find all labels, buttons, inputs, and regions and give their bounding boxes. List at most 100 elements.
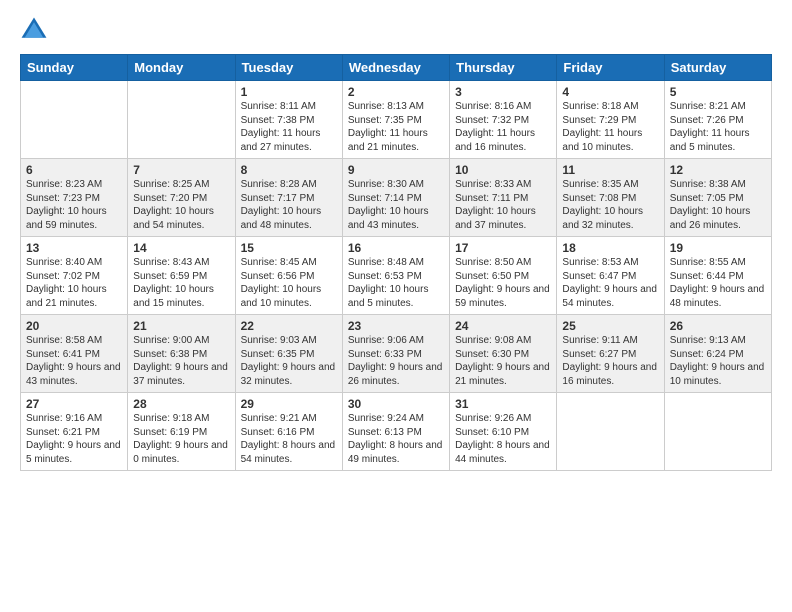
day-info-line: Daylight: 9 hours and 37 minutes. [133, 361, 229, 388]
calendar-cell: 29Sunrise: 9:21 AMSunset: 6:16 PMDayligh… [235, 393, 342, 471]
calendar-week-3: 13Sunrise: 8:40 AMSunset: 7:02 PMDayligh… [21, 237, 772, 315]
day-info-line: Sunset: 7:35 PM [348, 114, 444, 128]
day-info-line: Daylight: 8 hours and 54 minutes. [241, 439, 337, 466]
day-info-line: Daylight: 11 hours and 10 minutes. [562, 127, 658, 154]
day-number: 9 [348, 163, 444, 177]
day-info-line: Sunrise: 8:43 AM [133, 256, 229, 270]
day-number: 15 [241, 241, 337, 255]
day-number: 21 [133, 319, 229, 333]
day-info-line: Sunrise: 8:40 AM [26, 256, 122, 270]
weekday-wednesday: Wednesday [342, 55, 449, 81]
day-info-line: Daylight: 9 hours and 0 minutes. [133, 439, 229, 466]
calendar-cell: 4Sunrise: 8:18 AMSunset: 7:29 PMDaylight… [557, 81, 664, 159]
day-number: 30 [348, 397, 444, 411]
day-info-line: Sunset: 6:16 PM [241, 426, 337, 440]
calendar-cell: 13Sunrise: 8:40 AMSunset: 7:02 PMDayligh… [21, 237, 128, 315]
day-info-line: Sunrise: 8:13 AM [348, 100, 444, 114]
day-info-line: Sunset: 6:59 PM [133, 270, 229, 284]
day-number: 27 [26, 397, 122, 411]
day-info-line: Sunrise: 9:11 AM [562, 334, 658, 348]
day-info-line: Sunset: 6:56 PM [241, 270, 337, 284]
weekday-saturday: Saturday [664, 55, 771, 81]
calendar-week-1: 1Sunrise: 8:11 AMSunset: 7:38 PMDaylight… [21, 81, 772, 159]
calendar-week-5: 27Sunrise: 9:16 AMSunset: 6:21 PM Dayligh… [21, 393, 772, 471]
day-number: 11 [562, 163, 658, 177]
day-info-line: Sunset: 7:05 PM [670, 192, 766, 206]
calendar-cell: 18Sunrise: 8:53 AMSunset: 6:47 PMDayligh… [557, 237, 664, 315]
day-info-line: Daylight: 10 hours and 32 minutes. [562, 205, 658, 232]
day-info-line: Sunrise: 9:24 AM [348, 412, 444, 426]
day-info-line: Sunset: 6:41 PM [26, 348, 122, 362]
day-info-line: Sunset: 7:11 PM [455, 192, 551, 206]
calendar-cell: 22Sunrise: 9:03 AMSunset: 6:35 PMDayligh… [235, 315, 342, 393]
day-number: 8 [241, 163, 337, 177]
calendar-cell [664, 393, 771, 471]
calendar-cell: 10Sunrise: 8:33 AMSunset: 7:11 PMDayligh… [450, 159, 557, 237]
day-info-line: Sunrise: 8:35 AM [562, 178, 658, 192]
day-number: 19 [670, 241, 766, 255]
day-info-line: Sunrise: 9:03 AM [241, 334, 337, 348]
day-number: 28 [133, 397, 229, 411]
day-info-line: Sunset: 6:53 PM [348, 270, 444, 284]
day-info-line: Sunrise: 9:16 AM [26, 412, 122, 426]
day-info-line: Sunset: 6:13 PM [348, 426, 444, 440]
day-info-line: Sunset: 7:38 PM [241, 114, 337, 128]
day-info-line: Sunrise: 9:08 AM [455, 334, 551, 348]
calendar-cell: 30Sunrise: 9:24 AMSunset: 6:13 PMDayligh… [342, 393, 449, 471]
day-info-line: Daylight: 10 hours and 21 minutes. [26, 283, 122, 310]
day-info-line: Sunrise: 8:50 AM [455, 256, 551, 270]
calendar-cell [21, 81, 128, 159]
day-number: 26 [670, 319, 766, 333]
calendar-week-2: 6Sunrise: 8:23 AMSunset: 7:23 PMDaylight… [21, 159, 772, 237]
day-number: 2 [348, 85, 444, 99]
day-number: 24 [455, 319, 551, 333]
day-info-line: Daylight: 8 hours and 49 minutes. [348, 439, 444, 466]
day-info-line: Sunset: 6:10 PM [455, 426, 551, 440]
day-info-line: Sunrise: 8:16 AM [455, 100, 551, 114]
header [20, 16, 772, 44]
day-info-line: Daylight: 11 hours and 21 minutes. [348, 127, 444, 154]
calendar-cell: 15Sunrise: 8:45 AMSunset: 6:56 PMDayligh… [235, 237, 342, 315]
weekday-sunday: Sunday [21, 55, 128, 81]
day-info-line: Sunset: 7:29 PM [562, 114, 658, 128]
calendar-cell: 6Sunrise: 8:23 AMSunset: 7:23 PMDaylight… [21, 159, 128, 237]
day-number: 23 [348, 319, 444, 333]
day-number: 4 [562, 85, 658, 99]
day-info-line: Sunset: 6:21 PM [26, 426, 122, 440]
day-number: 12 [670, 163, 766, 177]
day-info-line: Sunset: 7:23 PM [26, 192, 122, 206]
day-number: 20 [26, 319, 122, 333]
day-info-line: Sunrise: 8:21 AM [670, 100, 766, 114]
calendar-cell: 24Sunrise: 9:08 AMSunset: 6:30 PMDayligh… [450, 315, 557, 393]
calendar-cell: 26Sunrise: 9:13 AMSunset: 6:24 PMDayligh… [664, 315, 771, 393]
day-info-line: Sunset: 7:02 PM [26, 270, 122, 284]
day-number: 5 [670, 85, 766, 99]
day-number: 14 [133, 241, 229, 255]
day-number: 7 [133, 163, 229, 177]
day-number: 22 [241, 319, 337, 333]
weekday-friday: Friday [557, 55, 664, 81]
day-info-line: Daylight: 9 hours and 43 minutes. [26, 361, 122, 388]
day-info-line: Daylight: 10 hours and 37 minutes. [455, 205, 551, 232]
day-number: 16 [348, 241, 444, 255]
day-info-line: Sunset: 6:44 PM [670, 270, 766, 284]
day-number: 1 [241, 85, 337, 99]
day-info-line: Daylight: 9 hours and 26 minutes. [348, 361, 444, 388]
calendar-cell: 11Sunrise: 8:35 AMSunset: 7:08 PMDayligh… [557, 159, 664, 237]
calendar-cell: 7Sunrise: 8:25 AMSunset: 7:20 PMDaylight… [128, 159, 235, 237]
calendar-cell: 25Sunrise: 9:11 AMSunset: 6:27 PMDayligh… [557, 315, 664, 393]
day-info-line: Sunrise: 8:28 AM [241, 178, 337, 192]
weekday-tuesday: Tuesday [235, 55, 342, 81]
day-info-line: Daylight: 10 hours and 26 minutes. [670, 205, 766, 232]
logo-icon [20, 16, 48, 44]
calendar-cell: 16Sunrise: 8:48 AMSunset: 6:53 PMDayligh… [342, 237, 449, 315]
day-info-line: Sunset: 6:38 PM [133, 348, 229, 362]
day-info-line: Sunset: 6:30 PM [455, 348, 551, 362]
calendar-cell: 28Sunrise: 9:18 AMSunset: 6:19 PMDayligh… [128, 393, 235, 471]
logo [20, 16, 52, 44]
day-info-line: Sunset: 6:19 PM [133, 426, 229, 440]
day-info-line: Daylight: 10 hours and 5 minutes. [348, 283, 444, 310]
day-info-line: Daylight: 10 hours and 15 minutes. [133, 283, 229, 310]
day-info-line: Sunset: 7:14 PM [348, 192, 444, 206]
calendar-cell: 21Sunrise: 9:00 AMSunset: 6:38 PMDayligh… [128, 315, 235, 393]
